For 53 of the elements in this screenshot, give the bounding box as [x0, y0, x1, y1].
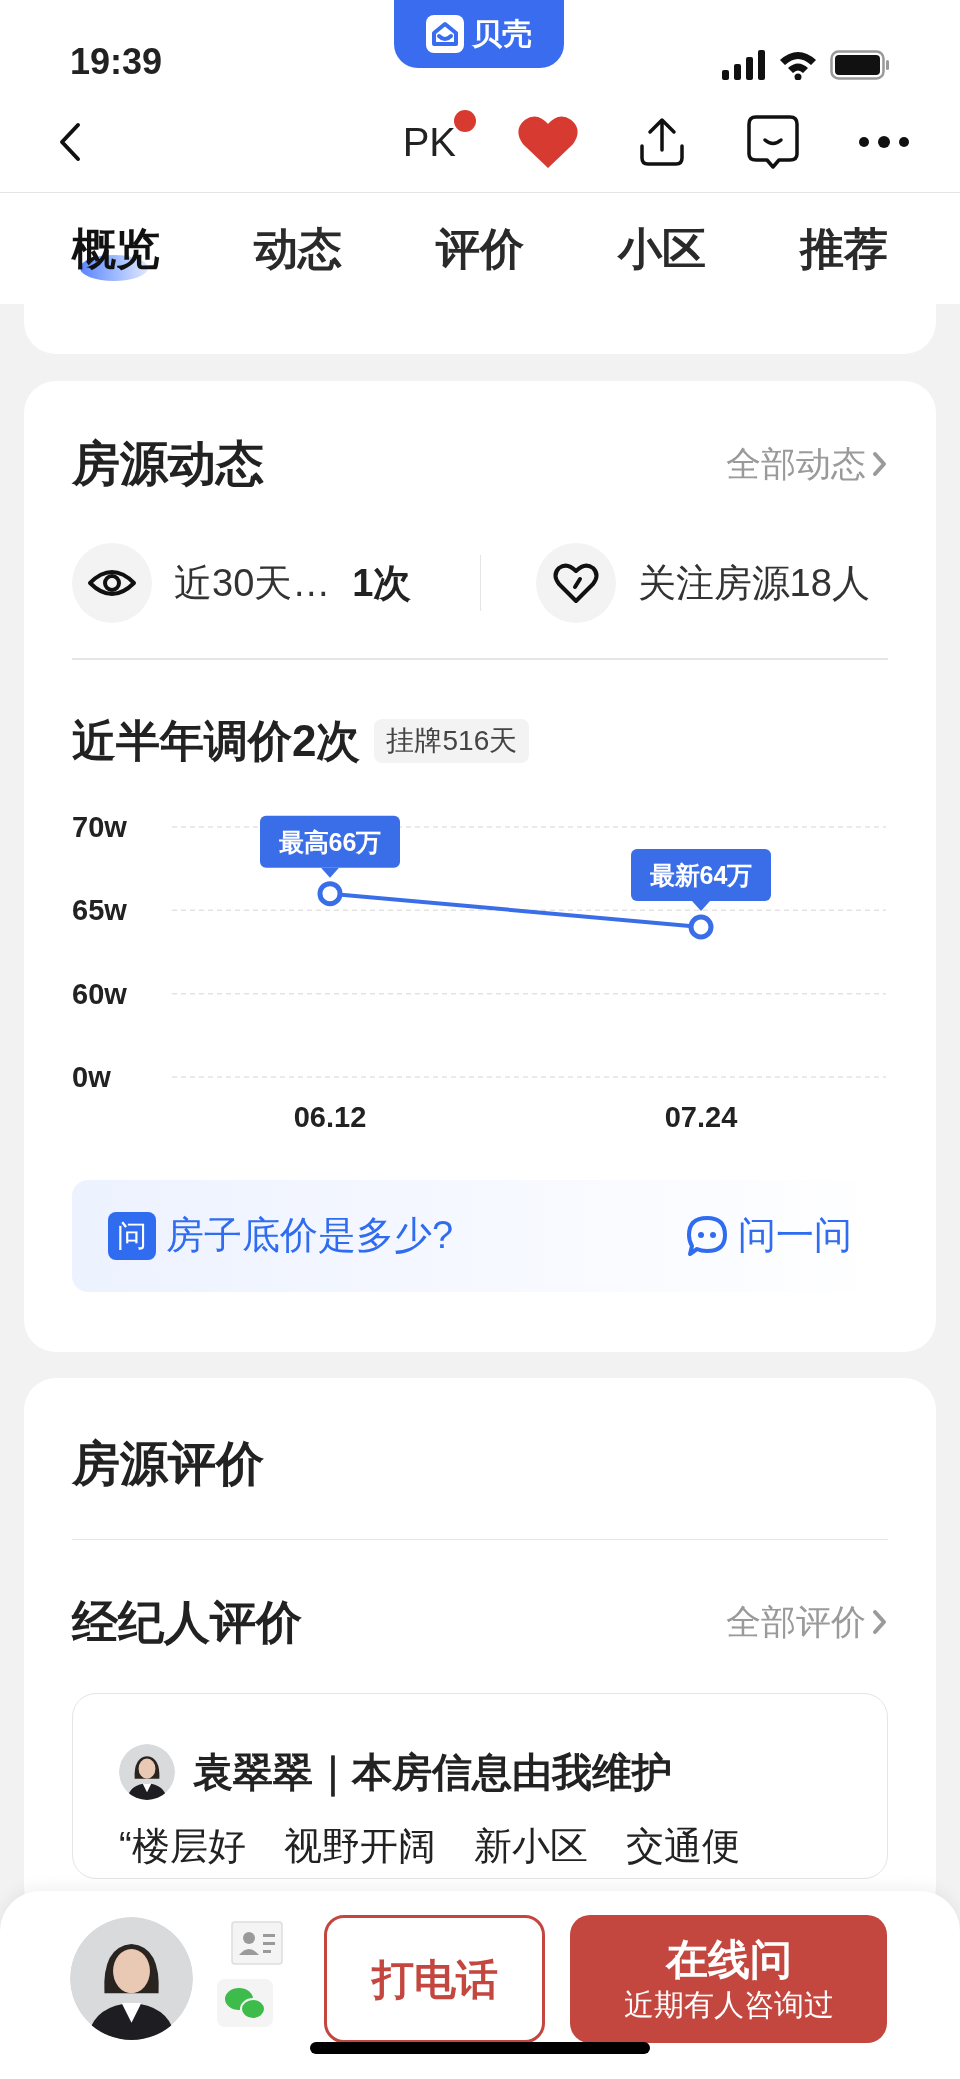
- chevron-right-icon: [872, 1608, 888, 1636]
- y-axis-label: 60w: [72, 977, 127, 1010]
- call-button[interactable]: 打电话: [324, 1915, 545, 2043]
- chat-bubble-icon: [686, 1214, 728, 1257]
- annotation: 最新64万: [648, 860, 753, 889]
- chevron-right-icon: [872, 450, 888, 478]
- tab[interactable]: 概览: [72, 212, 160, 285]
- price-callout: 最高66万: [260, 815, 400, 878]
- data-point: [688, 914, 714, 939]
- favorite-button[interactable]: [518, 116, 578, 168]
- tab[interactable]: 评价: [436, 212, 524, 285]
- agent-line: 袁翠翠｜本房信息由我维护: [193, 1742, 672, 1802]
- tab[interactable]: 动态: [254, 212, 342, 285]
- ask-question: 房子底价是多少?: [166, 1213, 454, 1258]
- section-title: 房源动态: [72, 440, 264, 488]
- pk-button[interactable]: PK: [400, 121, 458, 162]
- contact-card-icon: [231, 1921, 283, 1965]
- status-time: 19:39: [70, 44, 163, 80]
- eye-icon: [72, 543, 152, 623]
- ask-action: 问一问: [738, 1213, 852, 1258]
- price-callout: 最新64万: [631, 848, 771, 911]
- y-axis-label: 0w: [72, 1060, 111, 1093]
- wifi-icon: [778, 50, 818, 80]
- x-axis-label: 07.24: [664, 1100, 738, 1133]
- back-icon: [59, 122, 81, 162]
- app-name: 贝壳: [472, 19, 532, 49]
- more-button[interactable]: [858, 135, 910, 149]
- battery-icon: [830, 50, 890, 80]
- subsection-title: 近半年调价2次: [72, 718, 361, 763]
- data-point: [317, 880, 343, 906]
- x-axis-label: 06.12: [293, 1100, 367, 1133]
- chat-online-button[interactable]: 在线问 近期有人咨询过: [570, 1915, 887, 2043]
- tab[interactable]: 推荐: [800, 212, 888, 285]
- review-quote: “楼层好 视野开阔 新小区 交通便: [119, 1824, 741, 1868]
- y-axis-label: 65w: [72, 893, 127, 926]
- ask-badge: 问: [108, 1211, 156, 1260]
- section-title: 房源评价: [72, 1439, 264, 1488]
- stat-value: 1次: [352, 560, 412, 606]
- listing-days-tag: 挂牌516天: [374, 718, 530, 763]
- house-logo-icon: [426, 15, 464, 53]
- tab[interactable]: 小区: [618, 212, 706, 285]
- more-icon: [858, 135, 910, 149]
- message-button[interactable]: [746, 114, 800, 170]
- stat-text: 近30天…: [174, 560, 331, 606]
- wechat-icon: [217, 1979, 273, 2027]
- stat-text: 关注房源18人: [637, 560, 870, 606]
- avatar: [119, 1744, 175, 1800]
- chat-icon: [746, 114, 800, 170]
- heart-icon: [518, 116, 578, 168]
- subsection-title: 经纪人评价: [72, 1599, 302, 1645]
- annotation: 最高66万: [277, 827, 382, 856]
- y-axis-label: 70w: [72, 810, 127, 843]
- signal-icon: [722, 50, 766, 80]
